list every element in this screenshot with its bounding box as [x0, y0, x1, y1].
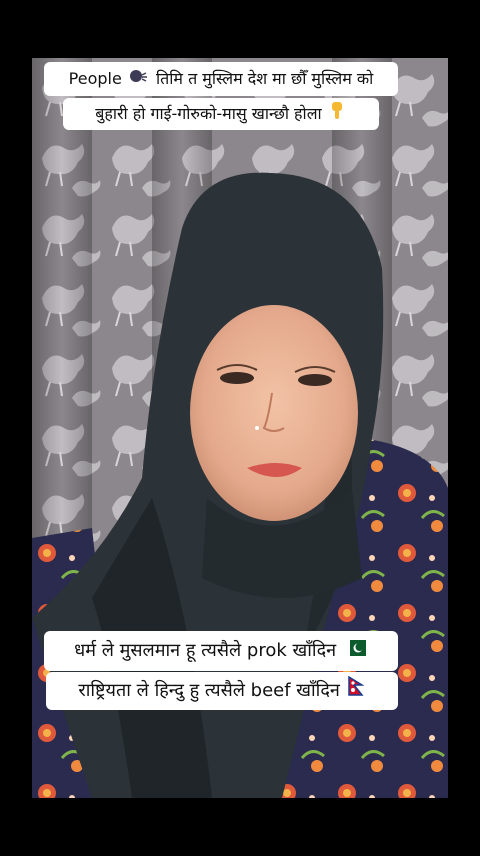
top-caption-line-1: People तिमि त मुस्लिम देश मा छौँ मुस्लिम… — [44, 62, 398, 96]
speaking-head-icon — [129, 63, 149, 97]
pakistan-flag-icon — [343, 631, 366, 671]
top-caption-line-2: बुहारी हो गाई-गोरुको-मासु खान्छौ होला — [63, 98, 379, 130]
bottom-caption-line-1-text: धर्म ले मुसलमान हू त्यसैले prok खाँदिन — [74, 640, 337, 661]
bottom-caption-line-2-text: राष्ट्रियता ले हिन्दु हु त्यसैले beef खा… — [78, 680, 340, 701]
bottom-caption-line-1: धर्म ले मुसलमान हू त्यसैले prok खाँदिन — [44, 631, 398, 671]
caption-people-word: People — [68, 69, 122, 88]
top-caption-line-1-text: तिमि त मुस्लिम देश मा छौँ मुस्लिम को — [156, 69, 374, 88]
video-frame: People तिमि त मुस्लिम देश मा छौँ मुस्लिम… — [0, 0, 480, 856]
pointing-down-hand-icon — [329, 99, 345, 131]
bottom-caption-line-2: राष्ट्रियता ले हिन्दु हु त्यसैले beef खा… — [46, 672, 398, 710]
top-caption-line-2-text: बुहारी हो गाई-गोरुको-मासु खान्छौ होला — [95, 104, 322, 123]
nepal-flag-icon — [347, 672, 365, 710]
